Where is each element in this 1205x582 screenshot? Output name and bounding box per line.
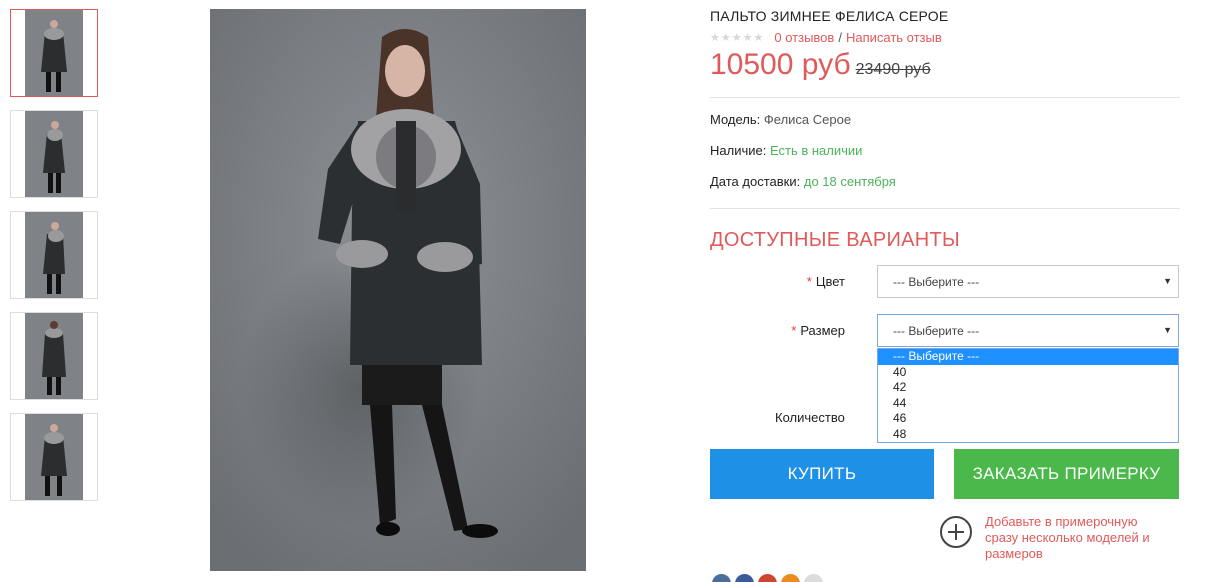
size-option[interactable]: 48 <box>878 427 1178 443</box>
chevron-down-icon: ▼ <box>1163 276 1172 286</box>
size-option[interactable]: 44 <box>878 396 1178 412</box>
write-review-link[interactable]: Написать отзыв <box>846 30 942 45</box>
vk-icon[interactable] <box>712 574 731 582</box>
thumbnail-1[interactable] <box>10 9 98 97</box>
separator: / <box>838 29 842 45</box>
stock-value: Есть в наличии <box>769 143 863 158</box>
size-option[interactable]: --- Выберите --- <box>878 349 1178 365</box>
model-value: Фелиса Серое <box>763 112 852 127</box>
coat-photo <box>210 9 586 571</box>
fitting-note: Добавьте в примерочную сразу несколько м… <box>940 514 1180 562</box>
size-select[interactable]: --- Выберите --- ▼ <box>877 314 1179 347</box>
size-select-value: --- Выберите --- <box>893 324 980 338</box>
divider <box>710 97 1180 98</box>
color-label: * Цвет <box>806 274 845 289</box>
coat-photo-thumb <box>25 212 83 298</box>
size-label: * Размер <box>791 323 845 338</box>
color-select-value: --- Выберите --- <box>893 275 980 289</box>
social-share <box>712 574 827 582</box>
delivery-value: до 18 сентября <box>803 174 896 189</box>
share-icon[interactable] <box>804 574 823 582</box>
thumbnail-list <box>10 9 98 514</box>
options-form: * Цвет --- Выберите --- ▼ * Размер --- Выб… <box>710 265 1180 582</box>
google-plus-icon[interactable] <box>758 574 777 582</box>
product-info: ПАЛЬТО ЗИМНЕЕ ФЕЛИСА СЕРОЕ ★ ★ ★ ★ ★ 0 о… <box>710 8 1180 252</box>
price-old: 23490 руб <box>855 61 931 78</box>
thumbnail-5[interactable] <box>10 413 98 501</box>
rating-stars: ★ ★ ★ ★ ★ <box>710 31 764 44</box>
chevron-down-icon: ▼ <box>1163 325 1172 335</box>
star-icon: ★ <box>753 31 764 44</box>
star-icon: ★ <box>710 31 720 44</box>
model-label: Модель: <box>710 112 761 127</box>
rating-line: ★ ★ ★ ★ ★ 0 отзывов / Написать отзыв <box>710 29 1180 45</box>
odnoklassniki-icon[interactable] <box>781 574 800 582</box>
size-option[interactable]: 46 <box>878 411 1178 427</box>
color-select[interactable]: --- Выберите --- ▼ <box>877 265 1179 298</box>
quantity-label: Количество <box>775 410 845 425</box>
size-dropdown-list: --- Выберите --- 40 42 44 46 48 <box>877 348 1179 443</box>
model-row: Модель: Фелиса Серое <box>710 112 1180 129</box>
delivery-row: Дата доставки: до 18 сентября <box>710 174 1180 191</box>
size-option[interactable]: 42 <box>878 380 1178 396</box>
reviews-link[interactable]: 0 отзывов <box>774 30 834 45</box>
divider <box>710 208 1180 209</box>
fitting-note-text: Добавьте в примерочную сразу несколько м… <box>985 514 1150 561</box>
star-icon: ★ <box>731 31 742 44</box>
required-mark: * <box>791 323 797 338</box>
product-title: ПАЛЬТО ЗИМНЕЕ ФЕЛИСА СЕРОЕ <box>710 8 949 24</box>
price-current: 10500 руб <box>710 48 851 81</box>
delivery-label: Дата доставки: <box>710 174 801 189</box>
thumbnail-3[interactable] <box>10 211 98 299</box>
size-row: * Размер --- Выберите --- ▼ <box>710 314 1180 348</box>
size-option[interactable]: 40 <box>878 365 1178 381</box>
buy-button[interactable]: КУПИТЬ <box>710 449 934 499</box>
coat-photo-thumb <box>25 414 83 500</box>
options-title: ДОСТУПНЫЕ ВАРИАНТЫ <box>710 229 961 251</box>
stock-label: Наличие: <box>710 143 767 158</box>
star-icon: ★ <box>720 31 731 44</box>
plus-circle-icon[interactable] <box>940 516 972 548</box>
star-icon: ★ <box>742 31 753 44</box>
required-mark: * <box>806 274 812 289</box>
color-row: * Цвет --- Выберите --- ▼ <box>710 265 1180 299</box>
order-fitting-button[interactable]: ЗАКАЗАТЬ ПРИМЕРКУ <box>954 449 1179 499</box>
coat-photo-thumb <box>25 111 83 197</box>
coat-photo-thumb <box>25 313 83 399</box>
main-product-image[interactable] <box>210 9 586 571</box>
facebook-icon[interactable] <box>735 574 754 582</box>
coat-photo-thumb <box>25 10 83 96</box>
stock-row: Наличие: Есть в наличии <box>710 143 1180 160</box>
price-line: 10500 руб 23490 руб <box>710 48 1180 86</box>
thumbnail-2[interactable] <box>10 110 98 198</box>
thumbnail-4[interactable] <box>10 312 98 400</box>
